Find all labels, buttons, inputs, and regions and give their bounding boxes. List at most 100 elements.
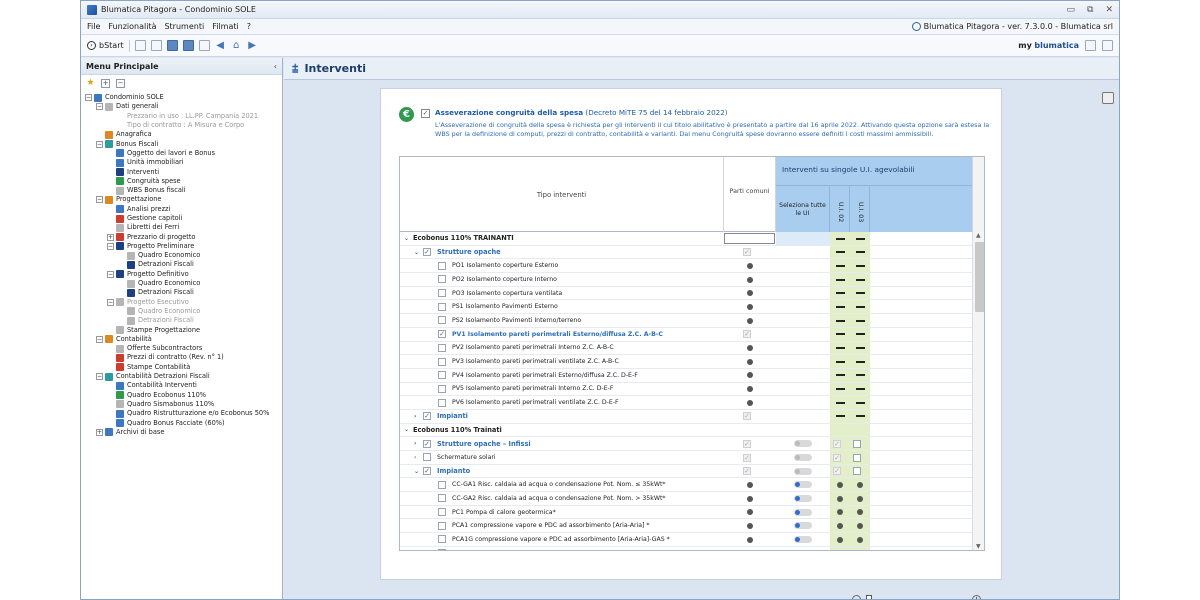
seleziona-toggle[interactable] (794, 522, 812, 530)
ui-dot-icon[interactable] (837, 522, 843, 529)
expand-caret-icon[interactable]: › (414, 440, 419, 447)
collapse-all-icon[interactable]: − (116, 78, 125, 88)
expand-caret-icon[interactable]: › (414, 454, 419, 461)
tree-node[interactable]: Prezzario in uso : LL.PP. Campania 2021 (85, 112, 282, 121)
row-checkbox[interactable] (438, 384, 446, 393)
tree-node[interactable]: − Dati generali (85, 102, 282, 111)
tree-expander-icon[interactable]: − (96, 103, 103, 111)
tree-node[interactable]: − Contabilità (85, 335, 282, 344)
parti-comuni-dot-icon[interactable] (747, 481, 753, 488)
menu-filmati[interactable]: Filmati (212, 22, 239, 31)
parti-comuni-dot-icon[interactable] (747, 290, 753, 297)
print-view-icon[interactable] (1102, 92, 1114, 104)
tree-node[interactable]: Prezzi di contratto (Rev. n° 1) (85, 353, 282, 362)
tree-node[interactable]: Oggetto dei lavori e Bonus (85, 149, 282, 158)
tree-node[interactable]: Stampe Progettazione (85, 325, 282, 335)
restore-icon[interactable]: ⧉ (1087, 5, 1093, 15)
collapse-panel-icon[interactable]: ‹ (274, 62, 277, 71)
tree-node[interactable]: Quadro Ecobonus 110% (85, 391, 282, 400)
settings-icon[interactable] (1102, 40, 1113, 51)
tree-node[interactable]: − Progetto Preliminare (85, 242, 282, 251)
tree-node[interactable]: Contabilità Interventi (85, 381, 282, 390)
ui-dot-icon[interactable] (857, 481, 863, 488)
tree-node[interactable]: − Progettazione (85, 195, 282, 204)
row-checkbox[interactable] (438, 535, 446, 544)
home-icon[interactable]: ⌂ (231, 40, 242, 51)
zoom-in-icon[interactable]: + (972, 595, 981, 599)
row-checkbox[interactable] (438, 343, 446, 352)
parti-comuni-dot-icon[interactable] (747, 317, 753, 324)
expand-caret-icon[interactable]: ⌄ (404, 426, 409, 433)
tree-node[interactable]: Quadro Sismabonus 110% (85, 400, 282, 409)
row-checkbox[interactable] (438, 398, 446, 407)
ui-dot-icon[interactable] (857, 550, 863, 551)
tree-node[interactable]: − Condominio SOLE (85, 93, 282, 102)
parti-comuni-dot-icon[interactable] (747, 372, 753, 379)
parti-comuni-dot-icon[interactable] (747, 536, 753, 543)
expand-caret-icon[interactable]: ⌄ (414, 249, 419, 256)
expand-caret-icon[interactable]: ⌄ (404, 235, 409, 242)
row-checkbox[interactable] (438, 316, 446, 325)
tree-expander-icon[interactable]: − (96, 196, 103, 204)
menu-file[interactable]: File (87, 22, 100, 31)
scroll-down-icon[interactable]: ▼ (976, 543, 981, 550)
scroll-thumb[interactable] (975, 242, 984, 312)
parti-comuni-dot-icon[interactable] (747, 550, 753, 551)
favorites-icon[interactable]: ★ (86, 78, 95, 88)
notifications-icon[interactable] (1085, 40, 1096, 51)
tree-node[interactable]: Interventi (85, 167, 282, 177)
row-checkbox[interactable] (438, 275, 446, 284)
tree-node[interactable]: Offerte Subcontractors (85, 344, 282, 353)
parti-comuni-dot-icon[interactable] (747, 509, 753, 516)
tree-expander-icon[interactable]: − (96, 140, 103, 148)
row-checkbox[interactable] (438, 494, 446, 503)
ui-dot-icon[interactable] (837, 481, 843, 488)
tree-node[interactable]: Detrazioni Fiscali (85, 316, 282, 325)
ui-dot-icon[interactable] (857, 522, 863, 529)
parti-comuni-dot-icon[interactable] (747, 358, 753, 365)
tree-node[interactable]: Quadro Economico (85, 307, 282, 316)
row-checkbox[interactable]: ✓ (423, 248, 431, 257)
tree-node[interactable]: Unità immobiliari (85, 158, 282, 167)
row-checkbox[interactable]: ✓ (423, 412, 431, 421)
parti-comuni-dot-icon[interactable] (747, 386, 753, 393)
seleziona-toggle[interactable] (794, 481, 812, 489)
parti-comuni-dot-icon[interactable] (747, 276, 753, 283)
parti-comuni-dot-icon[interactable] (747, 345, 753, 351)
tree-node[interactable]: − Progetto Esecutivo (85, 298, 282, 307)
bstart-button[interactable]: › bStart (87, 41, 124, 50)
parti-comuni-dot-icon[interactable] (747, 303, 753, 310)
expand-all-icon[interactable]: + (101, 78, 110, 88)
tree-expander-icon[interactable]: − (107, 242, 114, 250)
row-checkbox[interactable] (438, 521, 446, 530)
seleziona-toggle[interactable] (794, 549, 812, 550)
tree-expander-icon[interactable]: − (85, 94, 92, 102)
tree-node[interactable]: Analisi prezzi (85, 205, 282, 214)
tree-node[interactable]: − Contabilità Detrazioni Fiscali (85, 372, 282, 381)
row-checkbox[interactable] (438, 508, 446, 517)
minimize-icon[interactable]: ▭ (1067, 5, 1076, 15)
row-checkbox[interactable] (438, 261, 446, 270)
ui-dot-icon[interactable] (837, 495, 843, 502)
tree-node[interactable]: Anagrafica (85, 130, 282, 139)
tree-node[interactable]: Detrazioni Fiscali (85, 260, 282, 269)
row-checkbox[interactable] (438, 549, 446, 550)
parti-comuni-dot-icon[interactable] (747, 399, 753, 406)
forward-arrow-icon[interactable]: ▶ (247, 40, 258, 51)
tree-expander-icon[interactable]: + (107, 233, 114, 241)
tree-node[interactable]: − Progetto Definitivo (85, 270, 282, 279)
tree-expander-icon[interactable]: − (96, 335, 103, 343)
tree-node[interactable]: Quadro Bonus Facciate (60%) (85, 418, 282, 428)
tree-node[interactable]: Quadro Economico (85, 251, 282, 260)
open-folder-icon[interactable] (150, 40, 162, 51)
seleziona-toggle[interactable] (794, 508, 812, 516)
menu-help[interactable]: ? (247, 22, 251, 31)
menu-funzionalita[interactable]: Funzionalità (108, 22, 156, 31)
parti-comuni-dot-icon[interactable] (747, 522, 753, 529)
back-arrow-icon[interactable]: ◀ (215, 40, 226, 51)
tree-node[interactable]: Tipo di contratto : A Misura e Corpo (85, 121, 282, 130)
row-checkbox[interactable]: ✓ (423, 439, 431, 448)
row-checkbox[interactable] (438, 357, 446, 366)
asseverazione-checkbox[interactable]: ✓ (421, 109, 430, 118)
ui-checkbox[interactable] (853, 467, 861, 476)
